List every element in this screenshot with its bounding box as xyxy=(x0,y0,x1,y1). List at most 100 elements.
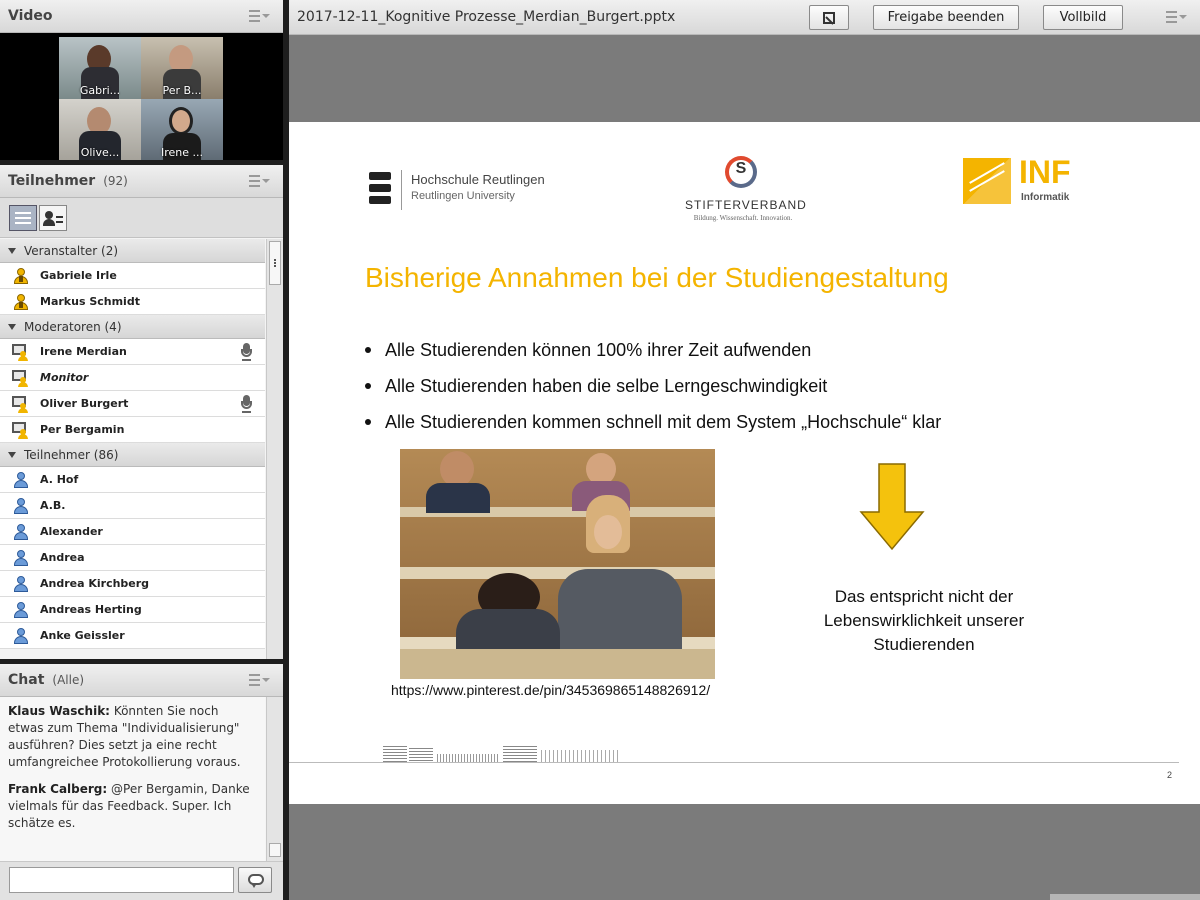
bullet-icon xyxy=(365,419,371,425)
participant-icon xyxy=(12,523,30,541)
chat-pod-header: Chat (Alle) xyxy=(0,664,283,697)
share-pod-header: 2017-12-11_Kognitive Prozesse_Merdian_Bu… xyxy=(289,0,1200,35)
video-pod-title: Video xyxy=(8,8,53,24)
attendee-name: Irene Merdian xyxy=(40,345,127,358)
send-button[interactable] xyxy=(238,867,272,893)
bullet-item: Alle Studierenden haben die selbe Lernge… xyxy=(365,368,941,404)
fullscreen-button[interactable]: Vollbild xyxy=(1043,5,1123,30)
attendee-name: Andreas Herting xyxy=(40,603,142,616)
attendee-row[interactable]: Andrea xyxy=(0,545,265,571)
group-header-participants[interactable]: Teilnehmer (86) xyxy=(0,443,265,467)
informatik-logo: INF Informatik xyxy=(963,154,1143,208)
pointer-icon xyxy=(820,10,838,26)
attendees-pod: Teilnehmer (92) Veranstalter (2) Gabriel… xyxy=(0,165,283,659)
attendee-row[interactable]: A.B. xyxy=(0,493,265,519)
bullet-icon xyxy=(365,347,371,353)
pod-menu-icon[interactable] xyxy=(249,174,270,188)
chat-message: Klaus Waschik: Könnten Sie noch etwas zu… xyxy=(8,703,257,771)
video-tile[interactable]: Irene ... xyxy=(141,99,223,160)
chat-messages: Klaus Waschik: Könnten Sie noch etwas zu… xyxy=(0,697,265,861)
bullet-text: Alle Studierenden haben die selbe Lernge… xyxy=(385,375,828,396)
pod-menu-icon[interactable] xyxy=(1166,10,1187,24)
logo-text: INF xyxy=(1019,154,1071,190)
video-tile-name: Olive... xyxy=(80,146,120,159)
participant-icon xyxy=(12,627,30,645)
attendee-row[interactable]: Andrea Kirchberg xyxy=(0,571,265,597)
presenter-icon xyxy=(12,343,30,361)
attendee-row[interactable]: Andreas Herting xyxy=(0,597,265,623)
share-pod-footer xyxy=(289,804,1200,900)
collapse-icon xyxy=(8,323,16,330)
group-label: Veranstalter (2) xyxy=(24,243,119,258)
attendees-pod-header: Teilnehmer (92) xyxy=(0,165,283,198)
attendee-row[interactable]: Per Bergamin xyxy=(0,417,265,443)
attendee-row[interactable]: Markus Schmidt xyxy=(0,289,265,315)
chat-input[interactable] xyxy=(9,867,234,893)
video-tile-name: Gabri... xyxy=(79,84,121,97)
chat-pod: Chat (Alle) Klaus Waschik: Könnten Sie n… xyxy=(0,664,283,900)
down-arrow-icon xyxy=(859,463,925,551)
scrollbar-thumb[interactable] xyxy=(269,241,281,285)
attendee-row[interactable]: A. Hof xyxy=(0,467,265,493)
group-header-presenters[interactable]: Moderatoren (4) xyxy=(0,315,265,339)
stop-sharing-button[interactable]: Freigabe beenden xyxy=(873,5,1019,30)
attendee-name: Alexander xyxy=(40,525,103,538)
group-header-hosts[interactable]: Veranstalter (2) xyxy=(0,239,265,263)
attendee-row[interactable]: Oliver Burgert xyxy=(0,391,265,417)
attendee-scrollbar[interactable] xyxy=(266,239,283,659)
pod-menu-icon[interactable] xyxy=(249,673,270,687)
logo-subtext: Bildung. Wissenschaft. Innovation. xyxy=(693,214,793,222)
attendee-row[interactable]: Gabriele Irle xyxy=(0,263,265,289)
participant-icon xyxy=(12,497,30,515)
chat-scope[interactable]: (Alle) xyxy=(52,673,84,687)
chat-pod-title: Chat xyxy=(8,672,45,688)
logo-mark: S xyxy=(735,160,747,177)
chat-compose xyxy=(0,861,283,900)
video-tile[interactable]: Per B... xyxy=(141,37,223,99)
horizontal-scrollbar[interactable] xyxy=(1050,894,1200,900)
host-icon xyxy=(12,267,30,285)
presenter-icon xyxy=(12,369,30,387)
logo-subtext: Reutlingen University xyxy=(411,190,515,202)
bullet-item: Alle Studierenden kommen schnell mit dem… xyxy=(365,404,941,440)
presenter-icon xyxy=(12,421,30,439)
attendee-row[interactable]: Alexander xyxy=(0,519,265,545)
attendee-name: Markus Schmidt xyxy=(40,295,140,308)
video-tile[interactable]: Olive... xyxy=(59,99,141,160)
attendee-row[interactable]: Irene Merdian xyxy=(0,339,265,365)
attendee-name: Per Bergamin xyxy=(40,423,125,436)
slide-note: Das entspricht nicht der Lebenswirklichk… xyxy=(823,587,1025,654)
pod-menu-icon[interactable] xyxy=(249,9,270,23)
video-tile-name: Irene ... xyxy=(160,146,204,159)
attendee-name: Gabriele Irle xyxy=(40,269,117,282)
logo-text: STIFTERVERBAND xyxy=(685,198,807,212)
attendees-pod-title: Teilnehmer xyxy=(8,173,96,189)
participant-icon xyxy=(12,575,30,593)
presenter-icon xyxy=(12,395,30,413)
attendee-name: Monitor xyxy=(40,371,89,384)
video-tile[interactable]: Gabri... xyxy=(59,37,141,99)
list-view-icon[interactable] xyxy=(9,205,37,231)
shared-filename: 2017-12-11_Kognitive Prozesse_Merdian_Bu… xyxy=(297,9,676,25)
group-label: Teilnehmer (86) xyxy=(24,447,119,462)
attendee-row[interactable]: Anke Geissler xyxy=(0,623,265,649)
attendee-name: Andrea Kirchberg xyxy=(40,577,150,590)
status-view-icon[interactable] xyxy=(39,205,67,231)
bullet-item: Alle Studierenden können 100% ihrer Zeit… xyxy=(365,332,941,368)
participant-icon xyxy=(12,601,30,619)
attendee-list: Veranstalter (2) Gabriele Irle Markus Sc… xyxy=(0,239,265,659)
attendee-name: Oliver Burgert xyxy=(40,397,129,410)
chat-message: Frank Calberg: @Per Bergamin, Danke viel… xyxy=(8,781,257,832)
pointer-button[interactable] xyxy=(809,5,849,30)
chat-author: Klaus Waschik: xyxy=(8,704,110,718)
source-url[interactable]: https://www.pinterest.de/pin/34536986514… xyxy=(391,682,710,698)
chat-scrollbar[interactable] xyxy=(266,697,283,861)
collapse-icon xyxy=(8,451,16,458)
scrollbar-thumb[interactable] xyxy=(269,843,281,857)
group-label: Moderatoren (4) xyxy=(24,319,122,334)
host-icon xyxy=(12,293,30,311)
attendees-toolbar xyxy=(0,198,283,238)
attendee-row[interactable]: Monitor xyxy=(0,365,265,391)
video-pod: Video Gabri... Per B... Olive... Irene .… xyxy=(0,0,283,160)
collapse-icon xyxy=(8,247,16,254)
